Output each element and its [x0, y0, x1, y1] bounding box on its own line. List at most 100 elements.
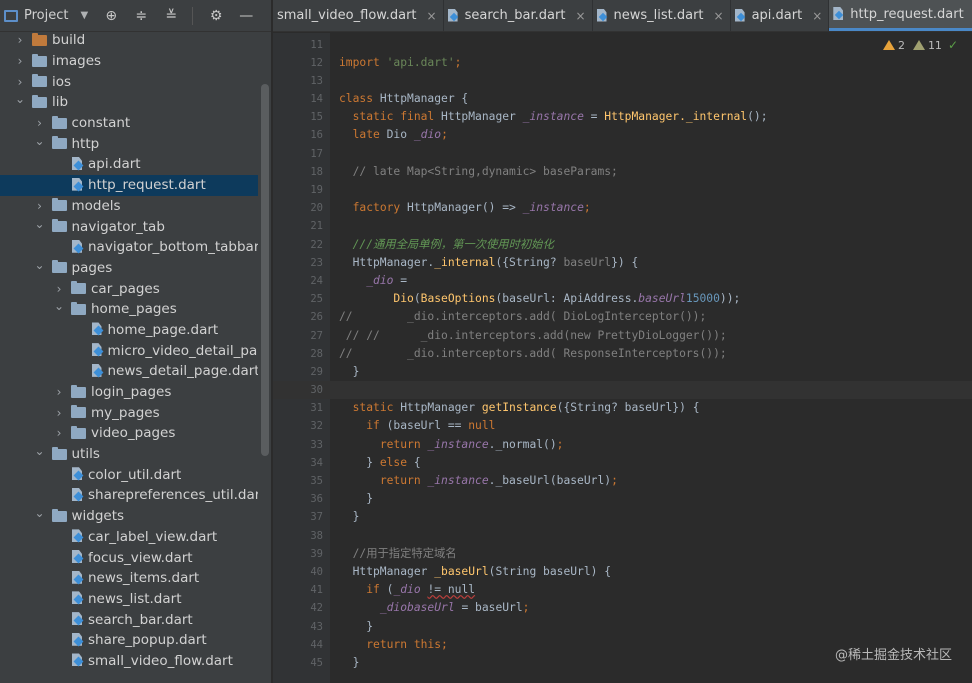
tree-folder[interactable]: ⌄ utils — [0, 444, 258, 465]
code-line[interactable]: 27 // // _dio.interceptors.add(new Prett… — [273, 327, 972, 345]
tree-folder[interactable]: › build — [0, 30, 258, 51]
tree-file[interactable]: ›focus_view.dart — [0, 547, 258, 568]
tree-file[interactable]: ›micro_video_detail_pag — [0, 340, 259, 361]
chevron-down-icon[interactable]: ⌄ — [34, 134, 46, 148]
code-line[interactable]: 40 HttpManager _baseUrl(String baseUrl) … — [273, 563, 972, 581]
chevron-right-icon[interactable]: › — [14, 75, 26, 89]
tree-folder[interactable]: › constant — [0, 113, 258, 134]
editor-tab[interactable]: http_request.dart× — [829, 0, 972, 31]
chevron-down-icon[interactable]: ▼ — [80, 10, 88, 21]
code-line[interactable]: 38 — [273, 527, 972, 545]
close-icon[interactable]: × — [812, 9, 822, 23]
chevron-down-icon[interactable]: ⌄ — [34, 506, 46, 520]
tree-folder[interactable]: ⌄ home_pages — [0, 299, 258, 320]
chevron-right-icon[interactable]: › — [14, 33, 26, 47]
chevron-down-icon[interactable]: ⌄ — [14, 92, 26, 106]
locate-icon[interactable]: ⊕ — [104, 8, 118, 24]
tree-file[interactable]: ›http_request.dart — [0, 174, 258, 196]
code-line[interactable]: 20 factory HttpManager() => _instance; — [273, 199, 972, 217]
code-line[interactable]: 17 — [273, 145, 972, 163]
code-line[interactable]: 11 — [273, 36, 972, 54]
tree-file[interactable]: ›sharepreferences_util.dar — [0, 485, 258, 506]
tree-file[interactable]: ›news_list.dart — [0, 589, 258, 610]
tree-file[interactable]: ›home_page.dart — [0, 320, 258, 341]
tree-file[interactable]: ›car_label_view.dart — [0, 527, 258, 548]
close-icon[interactable]: × — [575, 9, 585, 23]
chevron-right-icon[interactable]: › — [34, 199, 46, 213]
expand-all-icon[interactable]: ≑ — [134, 8, 148, 24]
code-line[interactable]: 22 ///通用全局单例，第一次使用时初始化 — [273, 236, 972, 254]
code-line[interactable]: 25 Dio(BaseOptions(baseUrl: ApiAddress.b… — [273, 290, 972, 308]
code-line[interactable]: 28 // _dio.interceptors.add( ResponseInte… — [273, 345, 972, 363]
code-line[interactable]: 16 late Dio _dio; — [273, 126, 972, 144]
code-line[interactable]: 41 if (_dio != null — [273, 581, 972, 599]
code-line[interactable]: 13 — [273, 72, 972, 90]
code-line[interactable]: 35 return _instance._baseUrl(baseUrl); — [273, 472, 972, 490]
code-line[interactable]: 21 — [273, 217, 972, 235]
code-line[interactable]: 23 HttpManager._internal({String? baseUr… — [273, 254, 972, 272]
code-line[interactable]: 36 } — [273, 490, 972, 508]
close-icon[interactable]: × — [714, 9, 724, 23]
chevron-right-icon[interactable]: › — [53, 385, 65, 399]
tree-folder[interactable]: › video_pages — [0, 423, 258, 444]
tree-file[interactable]: ›news_detail_page.dart — [0, 361, 259, 382]
code-line[interactable]: 30 — [273, 381, 972, 400]
editor-tab[interactable]: news_list.dart × — [593, 0, 731, 31]
chevron-down-icon[interactable]: ⌄ — [34, 258, 46, 272]
project-scrollbar[interactable] — [261, 84, 269, 456]
project-title[interactable]: Project — [24, 8, 68, 23]
minimize-icon[interactable]: — — [239, 8, 253, 24]
tree-file[interactable]: ›news_items.dart — [0, 568, 258, 589]
chevron-right-icon[interactable]: › — [34, 116, 46, 130]
code-line[interactable]: 26 // _dio.interceptors.add( DioLogInterc… — [273, 308, 972, 326]
chevron-down-icon[interactable]: ⌄ — [34, 444, 46, 458]
tree-file[interactable]: ›search_bar.dart — [0, 609, 258, 630]
inspection-widget[interactable]: 2 11 ✓ — [882, 38, 958, 52]
code-line[interactable]: 15 static final HttpManager _instance = … — [273, 108, 972, 126]
chevron-right-icon[interactable]: › — [53, 282, 65, 296]
tree-folder[interactable]: › models — [0, 196, 258, 217]
editor-tab[interactable]: search_bar.dart × — [444, 0, 593, 31]
tree-file[interactable]: ›share_popup.dart — [0, 630, 258, 651]
code-line[interactable]: 18 // late Map<String,dynamic> baseParam… — [273, 163, 972, 181]
code-line[interactable]: 37 } — [273, 508, 972, 526]
editor-tab[interactable]: api.dart × — [731, 0, 830, 31]
tree-folder[interactable]: ⌄ navigator_tab — [0, 216, 258, 237]
code-line[interactable]: 33 return _instance._normal(); — [273, 436, 972, 454]
chevron-right-icon[interactable]: › — [53, 426, 65, 440]
code-line[interactable]: 14 class HttpManager { — [273, 90, 972, 108]
tree-folder[interactable]: ⌄ widgets — [0, 506, 258, 527]
tree-folder[interactable]: › my_pages — [0, 402, 258, 423]
tree-folder[interactable]: ⌄ lib — [0, 92, 258, 113]
code-line[interactable]: 42 _diobaseUrl = baseUrl; — [273, 599, 972, 617]
code-line[interactable]: 19 — [273, 181, 972, 199]
chevron-right-icon[interactable]: › — [53, 406, 65, 420]
chevron-right-icon[interactable]: › — [14, 54, 26, 68]
code-line[interactable]: 31 static HttpManager getInstance({Strin… — [273, 399, 972, 417]
collapse-all-icon[interactable]: ≚ — [164, 8, 178, 24]
code-lines[interactable]: 11 12 import 'api.dart'; 13 14 class HttpMana… — [273, 36, 972, 673]
code-line[interactable]: 12 import 'api.dart'; — [273, 54, 972, 72]
tree-folder[interactable]: ⌄ http — [0, 133, 258, 154]
chevron-down-icon[interactable]: ⌄ — [34, 217, 46, 231]
gear-icon[interactable]: ⚙ — [209, 8, 223, 24]
code-line[interactable]: 29 } — [273, 363, 972, 381]
tree-folder[interactable]: › images — [0, 51, 258, 72]
editor-tab[interactable]: small_video_flow.dart × — [273, 0, 444, 31]
code-line[interactable]: 32 if (baseUrl == null — [273, 417, 972, 435]
tree-folder[interactable]: › login_pages — [0, 382, 258, 403]
code-line[interactable]: 34 } else { — [273, 454, 972, 472]
close-icon[interactable]: × — [427, 9, 437, 23]
tree-folder[interactable]: › ios — [0, 71, 258, 92]
tree-file[interactable]: ›color_util.dart — [0, 464, 258, 485]
code-line[interactable]: 24 _dio = — [273, 272, 972, 290]
code-line[interactable]: 39 //用于指定特定域名 — [273, 545, 972, 563]
code-line[interactable]: 43 } — [273, 618, 972, 636]
tree-file[interactable]: ›navigator_bottom_tabbar. — [0, 237, 258, 258]
tree-file[interactable]: ›api.dart — [0, 154, 258, 175]
tree-file[interactable]: ›small_video_flow.dart — [0, 651, 258, 672]
tree-folder[interactable]: ⌄ pages — [0, 258, 258, 279]
tree-folder[interactable]: › car_pages — [0, 278, 258, 299]
chevron-down-icon[interactable]: ⌄ — [53, 299, 65, 313]
